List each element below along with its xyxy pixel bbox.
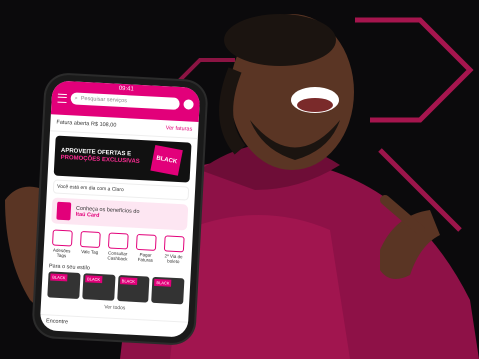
- invoice-label: Fatura aberta R$ 108,00: [56, 119, 117, 129]
- benefit-card[interactable]: Conheça os benefícios do Itaú Card: [51, 197, 189, 231]
- quick-action-item[interactable]: Adesões Tags: [49, 229, 74, 258]
- deal-card[interactable]: [116, 274, 150, 303]
- phone-screen: 09:41 ⌕ Pesquisar serviços Fatura aberta…: [39, 80, 201, 338]
- cashback-icon: [107, 232, 129, 250]
- deal-card[interactable]: [81, 273, 116, 301]
- credit-card-icon: [56, 201, 72, 221]
- voucher-icon: [79, 230, 101, 249]
- view-invoices-link[interactable]: Ver faturas: [166, 125, 193, 132]
- quick-action-item[interactable]: Vale Tag: [77, 230, 102, 260]
- menu-icon[interactable]: [57, 93, 67, 103]
- black-friday-tag: BLACK: [150, 144, 183, 176]
- boleto-icon: [163, 235, 185, 253]
- cart-icon[interactable]: [183, 99, 194, 110]
- benefit-text: Conheça os benefícios do Itaú Card: [75, 205, 140, 219]
- deal-card[interactable]: [151, 276, 185, 305]
- quick-actions: Adesões Tags Vale Tag Consultar Cashback…: [47, 229, 188, 264]
- tag-icon: [51, 229, 73, 247]
- bottom-bar: Encontre: [39, 313, 189, 338]
- quick-action-item[interactable]: Pagar Faturas: [133, 233, 158, 263]
- search-placeholder: Pesquisar serviços: [80, 95, 128, 105]
- search-icon: ⌕: [74, 94, 78, 102]
- quick-action-item[interactable]: Consultar Cashback: [105, 232, 130, 261]
- deal-card[interactable]: [47, 271, 81, 299]
- promo-banner[interactable]: APROVEITE OFERTAS E PROMOÇÕES EXCLUSIVAS…: [53, 135, 192, 183]
- banner-text: APROVEITE OFERTAS E PROMOÇÕES EXCLUSIVAS: [60, 147, 140, 165]
- deal-carousel: [47, 271, 185, 305]
- bill-icon: [135, 233, 157, 251]
- smartphone: 09:41 ⌕ Pesquisar serviços Fatura aberta…: [33, 73, 207, 345]
- quick-action-item[interactable]: 2ª Via de boleto: [161, 235, 186, 264]
- status-notice: Você está em dia com a Claro: [52, 179, 190, 201]
- invoice-value: R$ 108,00: [90, 121, 117, 129]
